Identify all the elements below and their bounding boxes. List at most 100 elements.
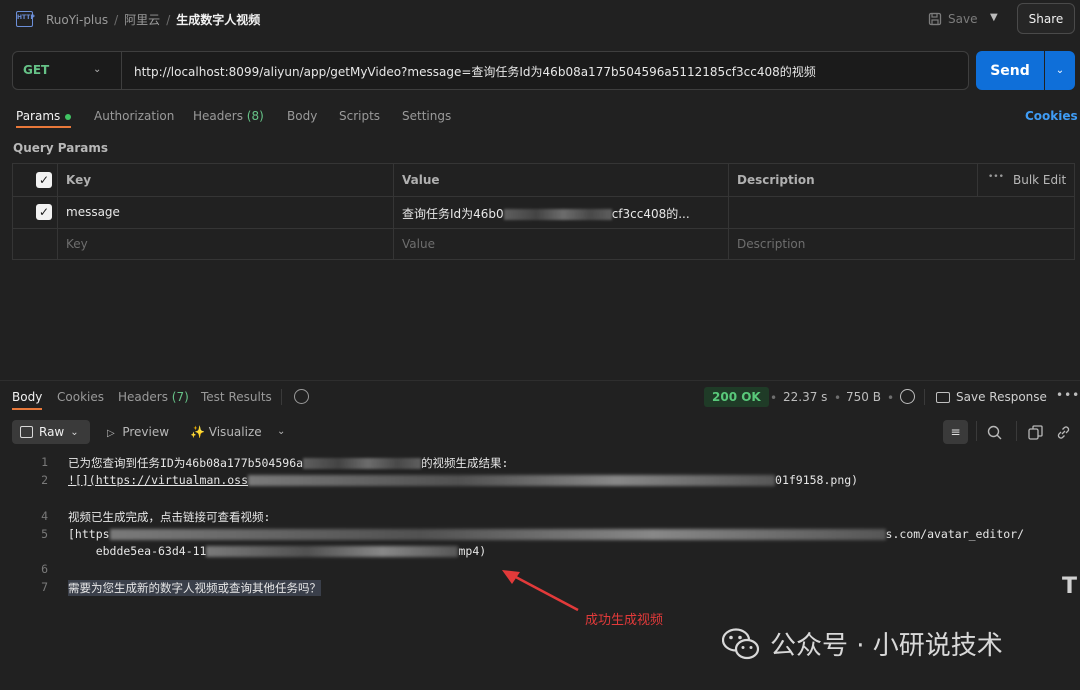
response-time[interactable]: 22.37 s — [783, 390, 827, 404]
row-divider — [13, 196, 1074, 197]
preview-button[interactable]: ▷ Preview — [107, 425, 169, 439]
code-line-selected: 需要为您生成新的数字人视频或查询其他任务吗？ — [68, 580, 321, 596]
link-icon[interactable] — [1056, 425, 1071, 444]
code-line: [https s.com/avatar_editor/ — [68, 527, 1024, 541]
wrap-lines-button[interactable]: ≡ — [943, 420, 968, 444]
new-param-value-input[interactable]: Value — [402, 237, 435, 251]
params-active-dot — [65, 113, 72, 120]
chevron-down-icon: ⌄ — [70, 426, 79, 438]
separator-dot: • — [770, 391, 778, 405]
new-param-description-input[interactable]: Description — [737, 237, 805, 251]
breadcrumb-collection[interactable]: 阿里云 — [124, 13, 160, 27]
wechat-logo-icon — [722, 627, 760, 659]
column-divider — [393, 164, 394, 259]
active-tab-indicator — [16, 126, 71, 128]
bulk-edit-button[interactable]: Bulk Edit — [1013, 173, 1066, 187]
response-tab-cookies[interactable]: Cookies — [57, 390, 104, 404]
column-divider — [57, 164, 58, 259]
code-text: 已为您查询到任务ID为46b08a177b504596a — [68, 456, 304, 470]
tab-body[interactable]: Body — [287, 109, 317, 123]
param-value-start: 查询任务Id为46b0 — [402, 207, 504, 221]
redacted-region — [109, 529, 886, 540]
response-divider — [0, 380, 1080, 381]
copy-icon[interactable] — [1028, 425, 1043, 444]
visualize-icon: ✨ — [190, 425, 205, 439]
code-text: 01f9158.png) — [775, 473, 859, 487]
code-text: s.com/avatar_editor/ — [885, 527, 1025, 541]
select-all-checkbox[interactable]: ✓ — [36, 172, 52, 188]
new-param-key-input[interactable]: Key — [66, 237, 88, 251]
chevron-down-icon[interactable]: ⌄ — [277, 426, 285, 437]
column-divider — [728, 164, 729, 259]
param-row-checkbox[interactable]: ✓ — [36, 204, 52, 220]
query-params-title: Query Params — [13, 141, 109, 155]
redacted-region — [206, 546, 459, 557]
param-value-end: cf3cc408的... — [611, 207, 690, 221]
send-options-chevron-icon[interactable]: ⌄ — [1045, 51, 1075, 90]
annotation-arrow-icon — [502, 570, 579, 612]
line-number: 5 — [41, 527, 48, 541]
save-response-label: Save Response — [956, 390, 1047, 404]
param-value-input[interactable]: 查询任务Id为46b0 cf3cc408的... — [402, 205, 690, 222]
more-options-icon[interactable]: ••• — [988, 172, 1004, 182]
line-number: 1 — [41, 455, 48, 469]
breadcrumb-request-name[interactable]: 生成数字人视频 — [176, 13, 260, 27]
chevron-down-icon[interactable]: ⌄ — [93, 64, 101, 75]
response-size[interactable]: 750 B — [846, 390, 881, 404]
code-text: mp4) — [458, 544, 487, 558]
history-icon[interactable] — [294, 389, 309, 404]
breadcrumb-workspace[interactable]: RuoYi-plus — [46, 13, 108, 27]
divider — [121, 52, 122, 89]
code-link-text[interactable]: ![](https://virtualman.oss — [68, 473, 248, 487]
text-cursor-icon: T — [1062, 574, 1078, 599]
breadcrumb-separator: / — [166, 13, 171, 27]
top-bar: HTTP RuoYi-plus / 阿里云 / 生成数字人视频 Save ▼ Share — [0, 0, 1080, 38]
search-icon[interactable] — [987, 425, 1002, 444]
redacted-region — [303, 458, 422, 469]
row-divider — [13, 228, 1074, 229]
response-tab-headers-label: Headers — [118, 390, 168, 404]
code-line: 视频已生成完成，点击链接可查看视频: — [68, 510, 271, 524]
floppy-disk-icon — [928, 12, 942, 26]
http-method-select[interactable]: GET — [23, 63, 49, 77]
status-badge[interactable]: 200 OK — [704, 387, 769, 407]
annotation-label: 成功生成视频 — [585, 613, 664, 628]
response-tab-headers-count: (7) — [171, 390, 189, 404]
tab-authorization[interactable]: Authorization — [94, 109, 174, 123]
globe-icon[interactable] — [900, 389, 915, 404]
response-tab-headers[interactable]: Headers (7) — [118, 390, 189, 404]
tab-headers-count: (8) — [246, 109, 264, 123]
raw-format-icon — [20, 426, 33, 438]
param-key-input[interactable]: message — [66, 205, 120, 219]
code-line-wrapped: ebdde5ea-63d4-11 mp4) — [68, 544, 487, 558]
code-link-text[interactable]: [https — [68, 527, 110, 541]
visualize-button[interactable]: ✨ Visualize — [190, 425, 262, 439]
redacted-region — [503, 209, 612, 220]
play-icon: ▷ — [107, 428, 115, 439]
save-button[interactable]: Save — [928, 10, 977, 28]
tab-headers-label: Headers — [193, 109, 243, 123]
cookies-link[interactable]: Cookies — [1025, 109, 1078, 123]
column-header-description: Description — [737, 173, 815, 187]
send-button[interactable]: Send — [976, 51, 1044, 90]
tab-params[interactable]: Params — [16, 109, 72, 123]
column-divider — [977, 164, 978, 196]
active-tab-indicator — [12, 408, 42, 410]
watermark: 公众号 · 小研说技术 — [722, 625, 1003, 662]
url-input[interactable]: http://localhost:8099/aliyun/app/getMyVi… — [134, 63, 816, 80]
tab-settings[interactable]: Settings — [402, 109, 451, 123]
more-options-icon[interactable]: ••• — [1056, 388, 1080, 402]
response-tab-test-results[interactable]: Test Results — [201, 390, 272, 404]
divider — [924, 389, 925, 405]
tab-params-label: Params — [16, 109, 61, 123]
query-params-table: ✓ Key Value Description ••• Bulk Edit ✓ … — [12, 163, 1075, 260]
tab-scripts[interactable]: Scripts — [339, 109, 380, 123]
save-response-button[interactable]: Save Response — [936, 390, 1047, 404]
raw-format-select[interactable]: Raw ⌄ — [12, 420, 90, 444]
line-number: 6 — [41, 562, 48, 576]
share-button[interactable]: Share — [1017, 3, 1075, 34]
chevron-down-icon[interactable]: ▼ — [990, 12, 998, 23]
response-tab-body[interactable]: Body — [12, 390, 42, 404]
tab-headers[interactable]: Headers (8) — [193, 109, 264, 123]
code-line: 已为您查询到任务ID为46b08a177b504596a 的视频生成结果: — [68, 455, 509, 471]
